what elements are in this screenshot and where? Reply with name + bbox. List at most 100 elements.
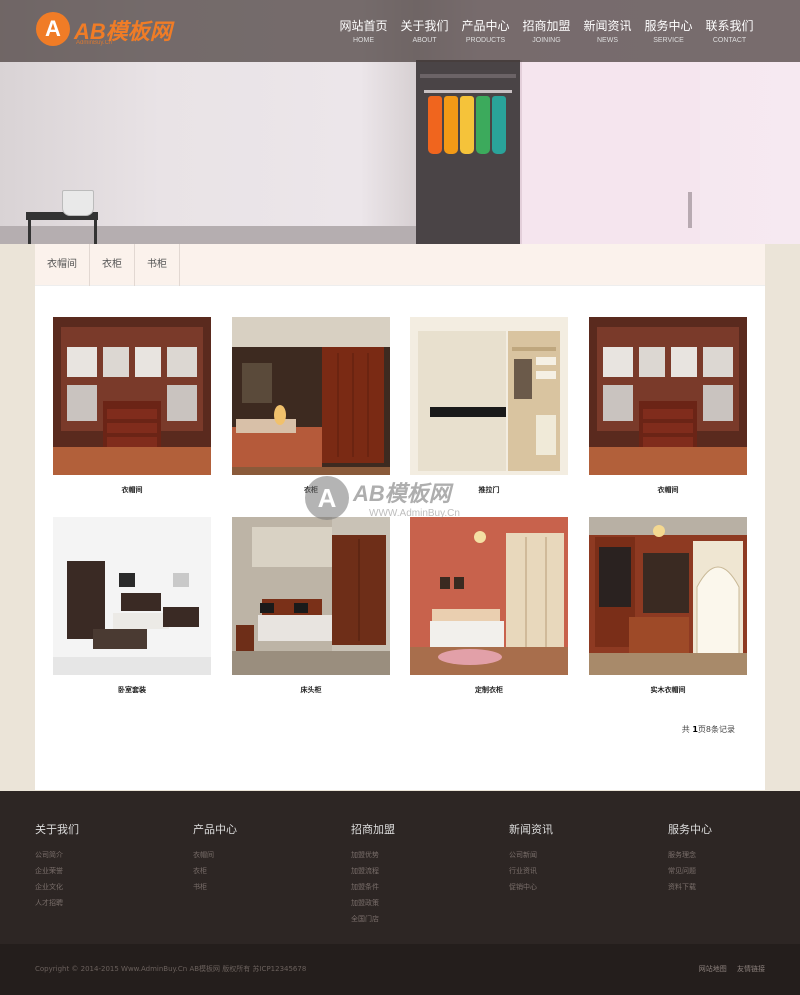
product-card[interactable]: 实木衣帽间 bbox=[589, 517, 747, 695]
nav-news[interactable]: 新闻资讯 NEWS bbox=[577, 18, 638, 46]
product-name[interactable]: 衣帽间 bbox=[53, 485, 211, 495]
footer-link[interactable]: 促销中心 bbox=[509, 879, 649, 895]
footer-column-news: 新闻资讯 公司新闻 行业资讯 促销中心 bbox=[509, 821, 649, 895]
footer-bottom-bar: Copyright © 2014-2015 Www.AdminBuy.Cn AB… bbox=[0, 944, 800, 995]
tab-bookcase[interactable]: 书柜 bbox=[135, 244, 180, 286]
nav-products[interactable]: 产品中心 PRODUCTS bbox=[455, 18, 516, 46]
product-image[interactable] bbox=[410, 317, 568, 475]
tab-wardrobe[interactable]: 衣柜 bbox=[90, 244, 135, 286]
footer-column-title[interactable]: 新闻资讯 bbox=[509, 821, 649, 837]
nav-joining[interactable]: 招商加盟 JOINING bbox=[516, 18, 577, 46]
watermark-mark: A bbox=[305, 476, 349, 520]
footer-link[interactable]: 加盟流程 bbox=[351, 863, 491, 879]
footer-link[interactable]: 公司简介 bbox=[35, 847, 175, 863]
pagination-info: 共 1页8条记录 bbox=[682, 724, 735, 735]
footer-column-title[interactable]: 服务中心 bbox=[668, 821, 800, 837]
nav-label: 新闻资讯 bbox=[583, 19, 632, 33]
nav-contact[interactable]: 联系我们 CONTACT bbox=[699, 18, 760, 46]
nav-sublabel: ABOUT bbox=[412, 37, 437, 44]
nav-label: 联系我们 bbox=[705, 19, 754, 33]
nav-sublabel: JOINING bbox=[532, 37, 561, 44]
product-card[interactable]: 衣帽间 bbox=[589, 317, 747, 495]
tab-walk-in-closet[interactable]: 衣帽间 bbox=[35, 244, 90, 286]
footer-link[interactable]: 企业荣誉 bbox=[35, 863, 175, 879]
site-footer: 关于我们 公司简介 企业荣誉 企业文化 人才招聘 产品中心 衣帽间 衣柜 书柜 … bbox=[0, 791, 800, 944]
footer-link[interactable]: 公司新闻 bbox=[509, 847, 649, 863]
footer-link[interactable]: 企业文化 bbox=[35, 879, 175, 895]
table-leg bbox=[94, 220, 97, 244]
watermark-text: AB模板网 bbox=[353, 481, 451, 506]
wardrobe-shelf bbox=[420, 74, 516, 78]
banner-garment bbox=[428, 96, 442, 154]
product-card[interactable]: 床头柜 bbox=[232, 517, 390, 695]
friend-links-link[interactable]: 友情链接 bbox=[737, 965, 765, 973]
nav-label: 服务中心 bbox=[644, 19, 693, 33]
nav-home[interactable]: 网站首页 HOME bbox=[333, 18, 394, 46]
pager-prefix: 共 bbox=[681, 725, 690, 734]
nav-label: 关于我们 bbox=[400, 19, 449, 33]
nav-label: 网站首页 bbox=[339, 19, 388, 33]
footer-column-service: 服务中心 服务理念 常见问题 资料下载 bbox=[668, 821, 800, 895]
product-name[interactable]: 床头柜 bbox=[232, 685, 390, 695]
sitemap-link[interactable]: 网站地图 bbox=[699, 965, 727, 973]
door-handle bbox=[688, 192, 692, 228]
watermark-url: WWW.AdminBuy.Cn bbox=[369, 508, 460, 519]
pager-suffix: 页8条记录 bbox=[697, 725, 735, 734]
footer-link[interactable]: 人才招聘 bbox=[35, 895, 175, 911]
footer-link[interactable]: 衣帽间 bbox=[193, 847, 333, 863]
logo-mark: A bbox=[36, 12, 70, 46]
product-name[interactable]: 衣帽间 bbox=[589, 485, 747, 495]
main-nav: 网站首页 HOME 关于我们 ABOUT 产品中心 PRODUCTS 招商加盟 JOIN… bbox=[333, 18, 760, 46]
product-image[interactable] bbox=[53, 317, 211, 475]
footer-link[interactable]: 行业资讯 bbox=[509, 863, 649, 879]
footer-bottom-links: 网站地图 友情链接 bbox=[691, 964, 765, 974]
banner-garment bbox=[492, 96, 506, 154]
site-header: A AB模板网 AdminBuy.Cn 网站首页 HOME 关于我们 ABOUT 产… bbox=[0, 0, 800, 62]
footer-link[interactable]: 衣柜 bbox=[193, 863, 333, 879]
footer-link[interactable]: 加盟优势 bbox=[351, 847, 491, 863]
product-card[interactable]: 定制衣柜 bbox=[410, 517, 568, 695]
footer-link[interactable]: 资料下载 bbox=[668, 879, 800, 895]
nav-sublabel: HOME bbox=[353, 37, 374, 44]
footer-column-title[interactable]: 产品中心 bbox=[193, 821, 333, 837]
category-tabs: 衣帽间 衣柜 书柜 bbox=[35, 244, 765, 286]
product-card[interactable]: 衣柜 bbox=[232, 317, 390, 495]
product-image[interactable] bbox=[232, 317, 390, 475]
footer-column-products: 产品中心 衣帽间 衣柜 书柜 bbox=[193, 821, 333, 895]
product-image[interactable] bbox=[232, 517, 390, 675]
footer-column-title[interactable]: 关于我们 bbox=[35, 821, 175, 837]
footer-column-joining: 招商加盟 加盟优势 加盟流程 加盟条件 加盟政策 全国门店 bbox=[351, 821, 491, 927]
footer-link[interactable]: 全国门店 bbox=[351, 911, 491, 927]
nav-label: 招商加盟 bbox=[522, 19, 571, 33]
product-name[interactable]: 实木衣帽间 bbox=[589, 685, 747, 695]
footer-column-title[interactable]: 招商加盟 bbox=[351, 821, 491, 837]
banner-garment bbox=[460, 96, 474, 154]
watermark-logo: A AB模板网 WWW.AdminBuy.Cn bbox=[305, 470, 495, 530]
product-card[interactable]: 卧室套装 bbox=[53, 517, 211, 695]
footer-link[interactable]: 加盟条件 bbox=[351, 879, 491, 895]
nav-service[interactable]: 服务中心 SERVICE bbox=[638, 18, 699, 46]
footer-link[interactable]: 服务理念 bbox=[668, 847, 800, 863]
banner-wardrobe-door bbox=[520, 60, 700, 244]
product-image[interactable] bbox=[589, 517, 747, 675]
footer-link[interactable]: 加盟政策 bbox=[351, 895, 491, 911]
product-card[interactable]: 推拉门 bbox=[410, 317, 568, 495]
nav-sublabel: CONTACT bbox=[712, 37, 747, 44]
banner-garment bbox=[476, 96, 490, 154]
product-card[interactable]: 衣帽间 bbox=[53, 317, 211, 495]
footer-link[interactable]: 常见问题 bbox=[668, 863, 800, 879]
product-name[interactable]: 定制衣柜 bbox=[410, 685, 568, 695]
banner-garment bbox=[444, 96, 458, 154]
nav-sublabel: PRODUCTS bbox=[465, 37, 506, 44]
nav-about[interactable]: 关于我们 ABOUT bbox=[394, 18, 455, 46]
banner-wardrobe bbox=[416, 60, 520, 244]
product-image[interactable] bbox=[53, 517, 211, 675]
product-image[interactable] bbox=[589, 317, 747, 475]
product-name[interactable]: 卧室套装 bbox=[53, 685, 211, 695]
product-image[interactable] bbox=[410, 517, 568, 675]
banner-flower-pot bbox=[62, 190, 94, 216]
banner-floor bbox=[0, 226, 420, 244]
nav-sublabel: NEWS bbox=[597, 37, 618, 44]
footer-link[interactable]: 书柜 bbox=[193, 879, 333, 895]
nav-sublabel: SERVICE bbox=[653, 37, 684, 44]
